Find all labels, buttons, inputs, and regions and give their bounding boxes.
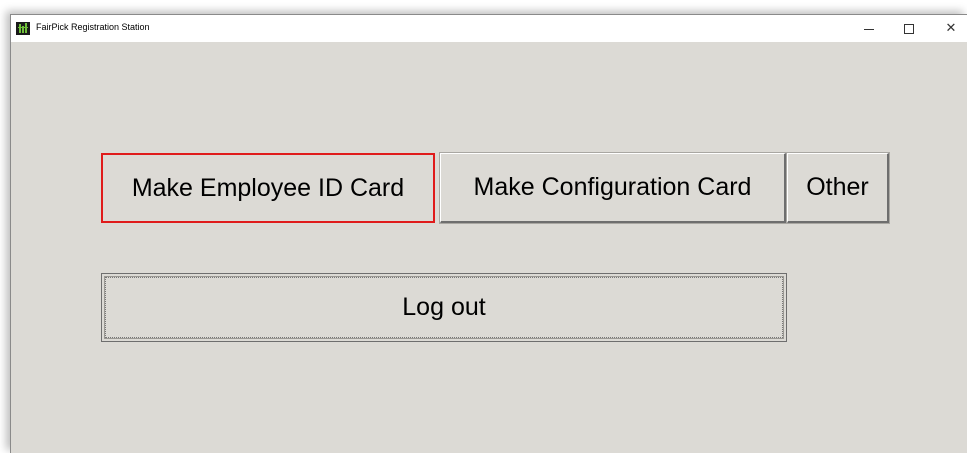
minimize-button[interactable]: [849, 15, 889, 42]
app-window: FairPick Registration Station ✕ Make Emp…: [10, 14, 967, 453]
maximize-button[interactable]: [889, 15, 929, 42]
log-out-button[interactable]: Log out: [101, 273, 787, 342]
make-employee-id-card-button[interactable]: Make Employee ID Card: [101, 153, 435, 223]
make-configuration-card-label: Make Configuration Card: [473, 173, 752, 201]
make-employee-id-card-label: Make Employee ID Card: [131, 173, 405, 202]
other-button[interactable]: Other: [786, 152, 890, 224]
title-bar[interactable]: FairPick Registration Station ✕: [11, 15, 967, 42]
log-out-label: Log out: [402, 293, 486, 321]
maximize-icon: [904, 23, 914, 34]
minimize-icon: [864, 29, 874, 30]
fairpick-app-icon: [16, 22, 30, 35]
other-label: Other: [806, 173, 869, 201]
close-button[interactable]: ✕: [931, 15, 967, 42]
close-icon: ✕: [945, 21, 957, 36]
make-configuration-card-button[interactable]: Make Configuration Card: [439, 152, 787, 224]
window-title: FairPick Registration Station: [36, 22, 150, 32]
